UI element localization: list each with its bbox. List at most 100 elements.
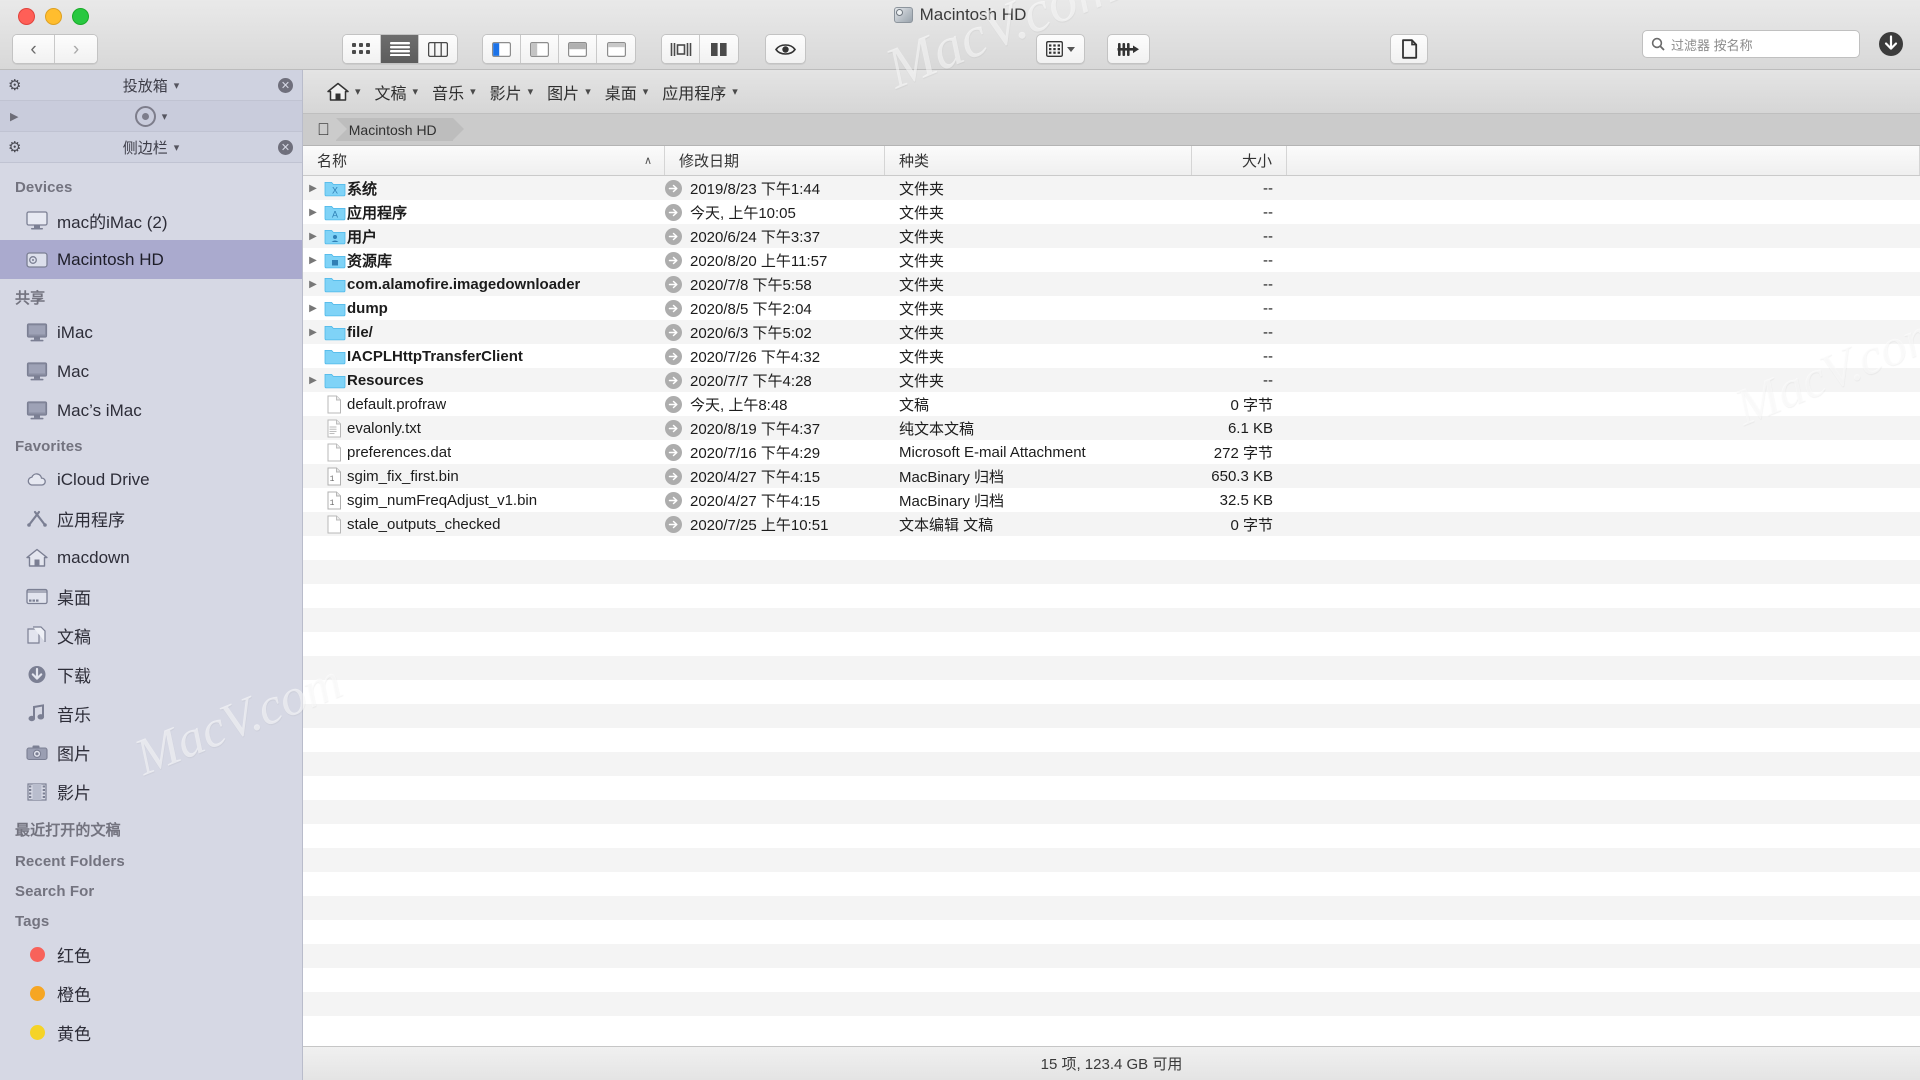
table-row[interactable]: ▶ 资源库 2020/8/20 上午11:57 文件夹 -- (303, 248, 1920, 272)
table-row[interactable]: ▶ A 应用程序 今天, 上午10:05 文件夹 -- (303, 200, 1920, 224)
gear-icon[interactable]: ⚙ (8, 76, 21, 94)
close-icon[interactable]: ✕ (278, 139, 293, 155)
empty-row (303, 800, 1920, 824)
sidebar-header[interactable]: ⚙ 侧边栏 ▾ ✕ (0, 132, 302, 163)
disclosure-triangle-icon[interactable]: ▶ (303, 255, 323, 266)
location-crumb-home[interactable]: ▾ (321, 79, 367, 104)
split-horizontal-button[interactable] (662, 35, 700, 63)
table-row[interactable]: 1 sgim_fix_first.bin 2020/4/27 下午4:15 MacBi… (303, 464, 1920, 488)
sidebar-item-影片[interactable]: 影片 (0, 772, 302, 811)
sidebar-item-文稿[interactable]: 文稿 (0, 616, 302, 655)
sidebar-item-mac[interactable]: Mac (0, 352, 302, 391)
sidebar-item-label: iCloud Drive (57, 469, 150, 489)
sidebar-item-黄色[interactable]: 黄色 (0, 1013, 302, 1052)
sidebar-item-macdown[interactable]: macdown (0, 538, 302, 577)
disclosure-triangle-icon[interactable]: ▶ (303, 303, 323, 314)
arrange-button[interactable] (1036, 34, 1085, 64)
chevron-down-icon[interactable]: ▾ (174, 141, 180, 154)
disclosure-triangle-icon[interactable]: ▶ (303, 207, 323, 218)
table-row[interactable]: ▶ Resources 2020/7/7 下午4:28 文件夹 -- (303, 368, 1920, 392)
back-button[interactable]: ‹ (13, 35, 55, 63)
file-date: 2020/7/16 下午4:29 (690, 444, 821, 462)
sidebar-item-应用程序[interactable]: 应用程序 (0, 499, 302, 538)
minimize-button[interactable] (45, 8, 62, 25)
sync-arrow-icon (665, 443, 682, 461)
share-button[interactable] (1107, 34, 1150, 64)
location-crumb-桌面[interactable]: 桌面 ▾ (599, 77, 655, 107)
downloads-icon (28, 666, 46, 683)
table-row[interactable]: stale_outputs_checked 2020/7/25 上午10:51 文本… (303, 512, 1920, 536)
disclosure-triangle-icon[interactable]: ▶ (303, 279, 323, 290)
download-button[interactable] (1874, 28, 1908, 60)
music-icon (28, 704, 45, 722)
column-header-size[interactable]: 大小 (1192, 146, 1287, 175)
location-crumb-应用程序[interactable]: 应用程序 ▾ (656, 77, 744, 107)
sidebar-item-mac的imac-(2)[interactable]: mac的iMac (2) (0, 201, 302, 240)
sidebar-item-icloud-drive[interactable]: iCloud Drive (0, 460, 302, 499)
pane-c-button[interactable] (559, 35, 597, 63)
table-row[interactable]: default.profraw 今天, 上午8:48 文稿 0 字节 (303, 392, 1920, 416)
sidebar-item-橙色[interactable]: 橙色 (0, 974, 302, 1013)
table-row[interactable]: preferences.dat 2020/7/16 下午4:29 Microsoft… (303, 440, 1920, 464)
quick-look-button[interactable] (765, 34, 806, 64)
split-vertical-button[interactable] (700, 35, 738, 63)
drop-target-header[interactable]: ▶ ▾ (0, 101, 302, 132)
table-row[interactable]: 1 sgim_numFreqAdjust_v1.bin 2020/4/27 下午4:… (303, 488, 1920, 512)
table-row[interactable]: ▶ X 系统 2019/8/23 下午1:44 文件夹 -- (303, 176, 1920, 200)
sidebar-item-imac[interactable]: iMac (0, 313, 302, 352)
pane-d-button[interactable] (597, 35, 635, 63)
forward-button[interactable]: › (55, 35, 97, 63)
location-crumb-影片[interactable]: 影片 ▾ (484, 77, 540, 107)
sidebar-item-macintosh-hd[interactable]: Macintosh HD (0, 240, 302, 279)
location-crumb-音乐[interactable]: 音乐 ▾ (426, 77, 482, 107)
file-date: 2020/7/8 下午5:58 (690, 276, 812, 294)
cloud-icon (26, 469, 48, 491)
disclosure-triangle-icon[interactable]: ▶ (303, 231, 323, 242)
file-size: -- (1263, 203, 1273, 221)
disclosure-triangle-icon[interactable]: ▶ (303, 327, 323, 338)
sidebar-item-mac’s-imac[interactable]: Mac’s iMac (0, 391, 302, 430)
pane-sidebar-button[interactable] (483, 35, 521, 63)
gear-icon[interactable]: ⚙ (8, 138, 21, 156)
table-row[interactable]: ▶ 用户 2020/6/24 下午3:37 文件夹 -- (303, 224, 1920, 248)
file-date: 今天, 上午8:48 (690, 396, 788, 414)
location-crumb-图片[interactable]: 图片 ▾ (541, 77, 597, 107)
path-crumb-macintosh-hd[interactable]: Macintosh HD (335, 118, 464, 141)
disclosure-triangle-icon[interactable]: ▶ (303, 375, 323, 386)
drop-box-header[interactable]: ⚙ 投放箱 ▾ ✕ (0, 70, 302, 101)
folder-icon: X (324, 182, 346, 197)
sidebar-item-下载[interactable]: 下载 (0, 655, 302, 694)
file-date: 2019/8/23 下午1:44 (690, 180, 821, 198)
zoom-button[interactable] (72, 8, 89, 25)
search-field[interactable]: 过滤器 按名称 (1642, 30, 1860, 58)
table-row[interactable]: ▶ file/2020/6/3 下午5:02 文件夹 -- (303, 320, 1920, 344)
disclosure-triangle-icon[interactable]: ▶ (303, 183, 323, 194)
column-header-name[interactable]: 名称 ∧ (303, 146, 665, 175)
chevron-down-icon[interactable]: ▾ (162, 110, 168, 123)
table-row[interactable]: evalonly.txt 2020/8/19 下午4:37 纯文本文稿 6.1 KB (303, 416, 1920, 440)
pane-b-button[interactable] (521, 35, 559, 63)
file-name: IACPLHttpTransferClient (347, 347, 523, 365)
chevron-down-icon[interactable]: ▾ (174, 79, 180, 92)
close-icon[interactable]: ✕ (278, 77, 293, 93)
table-row[interactable]: ▶ dump 2020/8/5 下午2:04 文件夹 -- (303, 296, 1920, 320)
sidebar-item-桌面[interactable]: 桌面 (0, 577, 302, 616)
file-icon (327, 515, 341, 533)
sidebar-item-图片[interactable]: 图片 (0, 733, 302, 772)
sidebar-item-音乐[interactable]: 音乐 (0, 694, 302, 733)
table-row[interactable]: ▶ com.alamofire.imagedownloader 2020/7/8 下… (303, 272, 1920, 296)
close-button[interactable] (18, 8, 35, 25)
list-view-button[interactable] (381, 35, 419, 63)
table-row[interactable]: IACPLHttpTransferClient 2020/7/26 下午4:32 文… (303, 344, 1920, 368)
triangle-right-icon[interactable]: ▶ (10, 110, 18, 123)
icon-view-button[interactable] (343, 35, 381, 63)
column-header-date[interactable]: 修改日期 (665, 146, 885, 175)
sidebar-item-红色[interactable]: 红色 (0, 935, 302, 974)
column-view-button[interactable] (419, 35, 457, 63)
location-crumb-文稿[interactable]: 文稿 ▾ (369, 77, 425, 107)
new-document-button[interactable] (1390, 34, 1428, 64)
empty-row (303, 536, 1920, 560)
sidebar-list: Devices mac的iMac (2) Macintosh HD 共享 iMac Mac… (0, 163, 302, 1052)
status-bar: 15 项, 123.4 GB 可用 (303, 1046, 1920, 1080)
column-header-kind[interactable]: 种类 (885, 146, 1192, 175)
